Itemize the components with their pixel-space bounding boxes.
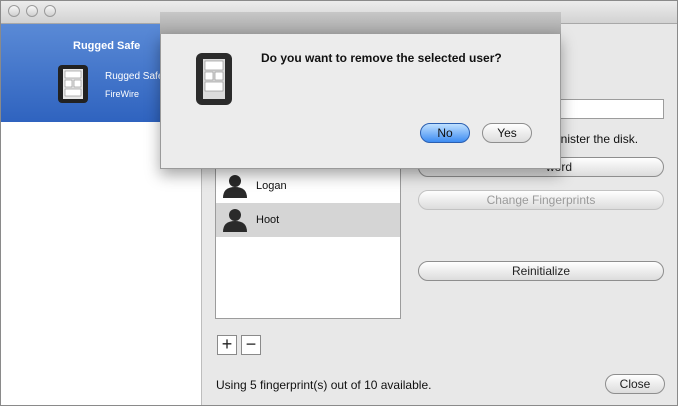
minimize-window-button[interactable] (26, 5, 38, 17)
change-fingerprints-button[interactable]: Change Fingerprints (418, 190, 664, 210)
remove-user-button[interactable]: − (241, 335, 261, 355)
user-list[interactable]: Logan Hoot (215, 159, 401, 319)
reinitialize-button[interactable]: Reinitialize (418, 261, 664, 281)
admin-hint-text: minister the disk. (548, 132, 639, 146)
sidebar-group-title: Rugged Safe (73, 40, 141, 52)
yes-button[interactable]: Yes (482, 123, 532, 143)
user-row[interactable]: Logan (216, 169, 400, 203)
zoom-window-button[interactable] (44, 5, 56, 17)
sheet-title-bar (160, 12, 561, 35)
status-text: Using 5 fingerprint(s) out of 10 availab… (216, 378, 432, 392)
hard-drive-icon (57, 64, 89, 109)
dialog-message: Do you want to remove the selected user? (261, 51, 502, 65)
device-name: Rugged Safe (105, 71, 164, 82)
add-user-button[interactable]: + (217, 335, 237, 355)
user-name: Logan (256, 180, 287, 192)
user-row-selected[interactable]: Hoot (216, 203, 400, 237)
user-silhouette-icon (222, 208, 248, 237)
close-window-button[interactable] (8, 5, 20, 17)
close-button[interactable]: Close (605, 374, 665, 394)
name-field[interactable] (546, 99, 664, 119)
device-interface: FireWire (105, 89, 139, 99)
user-silhouette-icon (222, 174, 248, 203)
hard-drive-icon (195, 52, 233, 111)
user-name: Hoot (256, 214, 280, 226)
no-button[interactable]: No (420, 123, 470, 143)
confirm-dialog: Do you want to remove the selected user?… (160, 34, 561, 169)
